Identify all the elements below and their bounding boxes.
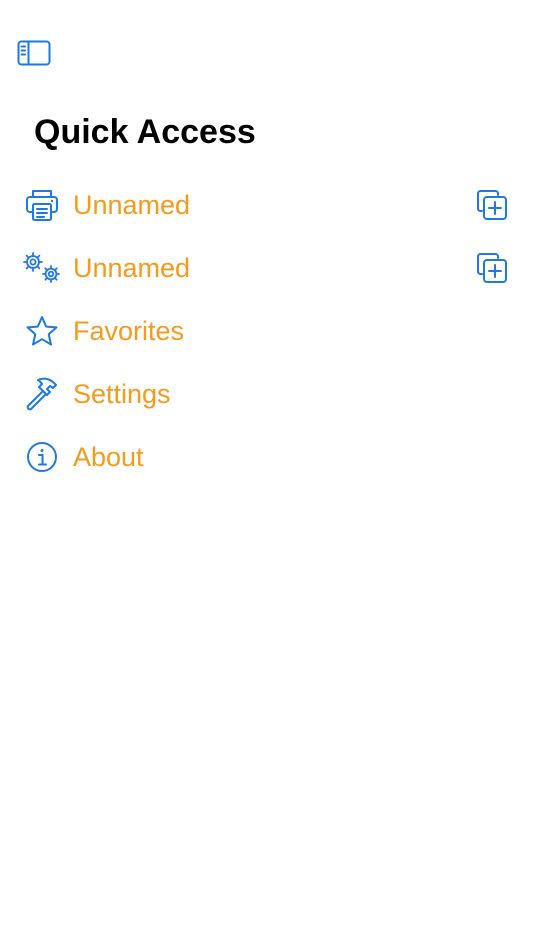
sidebar-left-icon	[17, 40, 51, 66]
add-copy-button[interactable]	[472, 185, 512, 225]
page-title: Quick Access	[34, 113, 256, 151]
info-icon	[22, 437, 62, 477]
quick-access-screen: Quick Access Unnamed Unnamed Favorites S…	[0, 0, 534, 950]
sidebar-toggle-button[interactable]	[16, 39, 52, 67]
hammer-icon	[22, 374, 62, 414]
menu-list: Unnamed Unnamed Favorites Settings About	[0, 173, 534, 488]
gears-icon	[22, 248, 62, 288]
menu-item-label: Unnamed	[73, 189, 191, 220]
menu-item-label: Settings	[73, 378, 171, 409]
menu-item-label: Unnamed	[73, 252, 191, 283]
menu-item-favorites[interactable]: Favorites	[0, 299, 534, 362]
menu-item-settings[interactable]: Settings	[0, 362, 534, 425]
menu-item-about[interactable]: About	[0, 425, 534, 488]
menu-item-unnamed-2[interactable]: Unnamed	[0, 236, 534, 299]
star-icon	[22, 311, 62, 351]
plus-square-on-square-icon	[477, 189, 507, 220]
menu-item-unnamed-1[interactable]: Unnamed	[0, 173, 534, 236]
plus-square-on-square-icon	[477, 252, 507, 283]
menu-item-label: About	[73, 441, 144, 472]
add-copy-button[interactable]	[472, 248, 512, 288]
menu-item-label: Favorites	[73, 315, 185, 346]
printer-icon	[22, 185, 62, 225]
